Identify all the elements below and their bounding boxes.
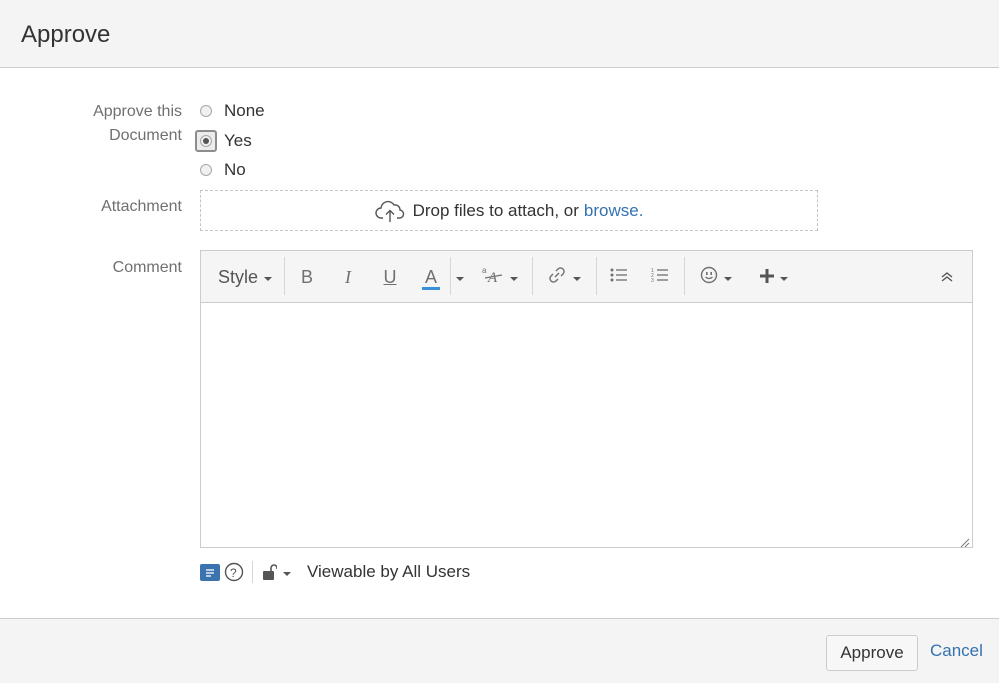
- link-dropdown[interactable]: [543, 251, 585, 303]
- text-format-icon: a A: [482, 266, 504, 289]
- link-icon: [547, 265, 567, 290]
- editor-toolbar: Style B I U A a A 1 2 3: [201, 251, 972, 303]
- toolbar-separator: [684, 257, 685, 295]
- statusbar-separator: [252, 561, 253, 583]
- numbered-list-button[interactable]: 1 2 3: [648, 251, 672, 303]
- chevron-down-icon: [573, 277, 581, 281]
- radio-option-yes[interactable]: Yes: [195, 129, 252, 153]
- approve-label-line1: Approve this: [93, 103, 182, 120]
- bold-label: B: [300, 266, 313, 287]
- visibility-text: Viewable by All Users: [307, 562, 471, 581]
- toolbar-separator: [450, 257, 451, 295]
- bullet-list-icon: [610, 267, 628, 288]
- approve-document-label: Approve this Document: [60, 100, 182, 148]
- text-format-dropdown[interactable]: a A: [479, 251, 521, 303]
- text-color-dropdown[interactable]: [453, 251, 467, 303]
- attachment-label: Attachment: [101, 198, 182, 215]
- comment-editor[interactable]: Style B I U A a A 1 2 3: [200, 250, 973, 548]
- smiley-icon: [700, 266, 718, 289]
- dialog-header: Approve: [0, 0, 999, 68]
- italic-button[interactable]: I: [336, 251, 360, 303]
- underline-label: U: [383, 266, 397, 287]
- help-icon[interactable]: ?: [224, 562, 244, 582]
- radio-no-label: No: [224, 160, 246, 179]
- chevron-down-icon: [264, 277, 273, 281]
- toolbar-separator: [596, 257, 597, 295]
- chevron-down-icon: [780, 277, 788, 281]
- attachment-dropzone[interactable]: Drop files to attach, or browse.: [200, 190, 818, 231]
- radio-yes[interactable]: [200, 135, 212, 147]
- emoticon-dropdown[interactable]: [695, 251, 737, 303]
- radio-none[interactable]: [200, 105, 212, 117]
- chevron-down-icon: [283, 572, 291, 576]
- bullet-list-button[interactable]: [607, 251, 631, 303]
- text-color-button[interactable]: A: [419, 251, 443, 303]
- text-color-label: A: [424, 267, 437, 287]
- approve-label-line2: Document: [109, 127, 182, 144]
- radio-option-none[interactable]: None: [200, 99, 265, 123]
- underline-button[interactable]: U: [378, 251, 402, 303]
- svg-text:?: ?: [230, 566, 237, 580]
- radio-no[interactable]: [200, 164, 212, 176]
- italic-label: I: [345, 266, 351, 287]
- style-dropdown[interactable]: Style: [215, 251, 275, 303]
- chevron-down-icon: [510, 277, 518, 281]
- radio-yes-label: Yes: [224, 131, 252, 150]
- dialog-footer: Approve Cancel: [0, 618, 999, 683]
- comment-label: Comment: [112, 259, 182, 276]
- insert-more-dropdown[interactable]: [753, 251, 795, 303]
- collapse-toolbar-button[interactable]: [935, 251, 959, 303]
- resize-handle-icon[interactable]: [960, 535, 970, 548]
- plus-icon: [760, 267, 774, 288]
- bold-button[interactable]: B: [295, 251, 319, 303]
- toolbar-separator: [532, 257, 533, 295]
- style-label: Style: [217, 266, 259, 287]
- restrictions-dropdown[interactable]: [263, 563, 291, 581]
- cloud-upload-icon: [374, 199, 405, 223]
- chevron-down-icon: [724, 277, 732, 281]
- double-chevron-up-icon: [941, 267, 953, 288]
- chevron-down-icon: [456, 277, 464, 281]
- approve-button[interactable]: Approve: [826, 635, 918, 671]
- svg-text:a: a: [482, 266, 487, 275]
- cancel-link[interactable]: Cancel: [930, 641, 983, 661]
- toolbar-separator: [284, 257, 285, 295]
- editor-content-area[interactable]: [201, 303, 972, 547]
- editor-mode-icon[interactable]: [200, 563, 220, 581]
- unlock-icon: [263, 563, 277, 581]
- text-color-swatch: [422, 287, 440, 290]
- browse-link[interactable]: browse.: [584, 201, 644, 221]
- radio-option-no[interactable]: No: [200, 158, 246, 182]
- svg-text:3: 3: [651, 278, 654, 283]
- dialog-title: Approve: [21, 21, 111, 48]
- attachment-prompt: Drop files to attach, or: [412, 200, 579, 220]
- radio-none-label: None: [224, 101, 265, 120]
- editor-statusbar: ? Viewable by All Users: [200, 560, 470, 584]
- numbered-list-icon: 1 2 3: [651, 267, 669, 288]
